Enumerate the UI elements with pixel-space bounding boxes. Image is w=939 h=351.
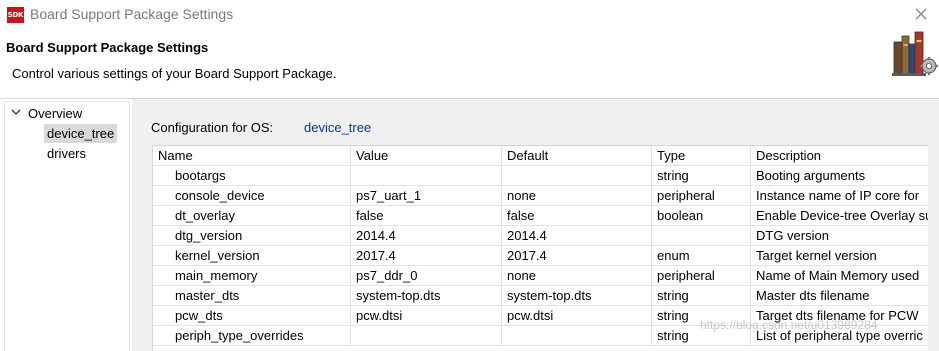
table-cell-value[interactable]: false [351, 206, 502, 226]
window-title: Board Support Package Settings [30, 6, 234, 22]
table-row[interactable]: bootargs string Booting arguments [153, 166, 928, 186]
table-cell-value[interactable] [351, 166, 502, 186]
table-cell-name: kernel_version [153, 246, 351, 266]
table-cell-value[interactable]: 2017.4 [351, 246, 502, 266]
table-cell-name: dtg_version [153, 226, 351, 246]
table-cell-value[interactable]: ps7_ddr_0 [351, 266, 502, 286]
table-cell-default [502, 326, 652, 346]
table-cell-type: string [652, 166, 751, 186]
table-cell-type: boolean [652, 206, 751, 226]
table-cell-type [652, 226, 751, 246]
table-row[interactable]: main_memory ps7_ddr_0 none peripheral Name o… [153, 266, 928, 286]
dialog-title: Board Support Package Settings [6, 40, 209, 55]
config-os-label: Configuration for OS: [151, 120, 274, 135]
table-cell-type: peripheral [652, 186, 751, 206]
table-row[interactable]: dt_overlay false false boolean Enable Device… [153, 206, 928, 226]
table-cell-description: Enable Device-tree Overlay su [756, 208, 928, 223]
table-cell-value[interactable]: ps7_uart_1 [351, 186, 502, 206]
table-cell-value[interactable] [351, 326, 502, 346]
close-button[interactable] [909, 3, 933, 25]
column-header-description[interactable]: Description [751, 146, 928, 166]
table-cell-default: none [502, 186, 652, 206]
books-gear-banner-icon [888, 30, 939, 78]
config-os-value: device_tree [304, 120, 372, 135]
table-cell-default: system-top.dts [502, 286, 652, 306]
table-cell-value[interactable]: pcw.dtsi [351, 306, 502, 326]
table-cell-default: 2017.4 [502, 246, 652, 266]
table-cell-name: master_dts [153, 286, 351, 306]
sdk-app-icon: SDK [7, 7, 24, 23]
title-bar: SDK Board Support Package Settings [0, 0, 939, 30]
table-cell-value[interactable]: 2014.4 [351, 226, 502, 246]
chevron-down-icon[interactable] [11, 108, 21, 116]
table-cell-default: pcw.dtsi [502, 306, 652, 326]
tree-item-device-tree[interactable]: device_tree [44, 124, 118, 143]
table-cell-description: DTG version [756, 228, 829, 243]
table-cell-type: enum [652, 246, 751, 266]
table-row[interactable]: console_device ps7_uart_1 none peripheral In… [153, 186, 928, 206]
table-row[interactable]: kernel_version 2017.4 2017.4 enum Target ker… [153, 246, 928, 266]
table-cell-description: Booting arguments [756, 168, 866, 183]
table-cell-description: Target kernel version [756, 248, 877, 263]
close-icon[interactable] [909, 3, 933, 25]
table-cell-default: 2014.4 [502, 226, 652, 246]
settings-tree: Overview device_tree drivers [4, 101, 130, 351]
column-header-type[interactable]: Type [652, 146, 751, 166]
table-cell-name: dt_overlay [153, 206, 351, 226]
table-header-row: Name Value Default Type Description [153, 146, 928, 166]
watermark-text: https://blog.csdn.net/u013989284 [700, 318, 878, 332]
table-cell-name: console_device [153, 186, 351, 206]
settings-content: Configuration for OS: device_tree Name V… [132, 99, 939, 351]
table-cell-description: Name of Main Memory used [756, 268, 920, 283]
table-cell-name: pcw_dts [153, 306, 351, 326]
table-cell-type: string [652, 286, 751, 306]
column-header-default[interactable]: Default [502, 146, 652, 166]
table-cell-value[interactable]: system-top.dts [351, 286, 502, 306]
table-cell-default [502, 166, 652, 186]
tree-item-drivers[interactable]: drivers [44, 144, 89, 163]
tree-item-overview[interactable]: Overview [25, 104, 85, 123]
column-header-name[interactable]: Name [153, 146, 351, 166]
table-cell-name: bootargs [153, 166, 351, 186]
table-cell-default: false [502, 206, 652, 226]
table-cell-description: Master dts filename [756, 288, 870, 303]
table-row[interactable]: dtg_version 2014.4 2014.4 DTG version [153, 226, 928, 246]
table-cell-name: main_memory [153, 266, 351, 286]
dialog-description: Control various settings of your Board S… [12, 66, 337, 81]
column-header-value[interactable]: Value [351, 146, 502, 166]
table-cell-name: periph_type_overrides [153, 326, 351, 346]
dialog-header: Board Support Package Settings Control v… [0, 30, 939, 98]
table-cell-type: peripheral [652, 266, 751, 286]
table-row[interactable]: master_dts system-top.dts system-top.dts st… [153, 286, 928, 306]
table-cell-default: none [502, 266, 652, 286]
table-cell-description: Instance name of IP core for [756, 188, 920, 203]
